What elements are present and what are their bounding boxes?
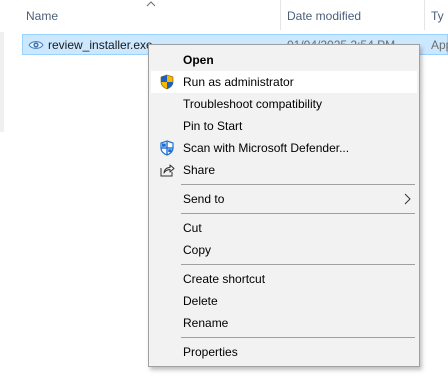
menu-item-label: Send to [183, 192, 225, 206]
column-date-header[interactable]: Date modified [287, 9, 361, 23]
defender-icon [160, 140, 174, 156]
menu-item-properties[interactable]: Properties [151, 341, 417, 363]
column-type-header[interactable]: Ty [431, 9, 444, 23]
menu-item-label: Open [183, 53, 214, 67]
uac-shield-icon [160, 74, 174, 90]
menu-separator [181, 184, 415, 185]
eye-icon [28, 41, 44, 49]
menu-item-send-to[interactable]: Send to [151, 188, 417, 210]
chevron-right-icon [404, 193, 411, 205]
context-menu: Open Run as administrator Troubleshoot c… [148, 44, 420, 367]
column-name-header[interactable]: Name [26, 9, 58, 23]
menu-item-copy[interactable]: Copy [151, 239, 417, 261]
menu-separator [181, 264, 415, 265]
menu-separator [181, 213, 415, 214]
file-type: App [431, 38, 448, 52]
file-name: review_installer.exe [48, 38, 153, 52]
menu-item-share[interactable]: Share [151, 159, 417, 181]
menu-item-label: Troubleshoot compatibility [183, 97, 322, 111]
share-icon [160, 164, 175, 177]
menu-item-label: Run as administrator [183, 75, 294, 89]
menu-item-label: Share [183, 163, 216, 177]
menu-item-label: Rename [183, 316, 229, 330]
menu-item-cut[interactable]: Cut [151, 217, 417, 239]
column-divider[interactable] [424, 0, 425, 30]
menu-item-open[interactable]: Open [151, 49, 417, 71]
column-header: Name Date modified Ty [0, 0, 448, 32]
menu-item-pin-to-start[interactable]: Pin to Start [151, 115, 417, 137]
menu-item-create-shortcut[interactable]: Create shortcut [151, 268, 417, 290]
column-divider[interactable] [280, 0, 281, 30]
menu-item-rename[interactable]: Rename [151, 312, 417, 334]
menu-item-run-as-admin[interactable]: Run as administrator [151, 71, 417, 93]
menu-item-label: Copy [183, 243, 212, 257]
menu-separator [181, 337, 415, 338]
menu-item-scan-defender[interactable]: Scan with Microsoft Defender... [151, 137, 417, 159]
menu-item-label: Pin to Start [183, 119, 243, 133]
menu-item-label: Delete [183, 294, 218, 308]
menu-item-label: Cut [183, 221, 202, 235]
menu-item-label: Properties [183, 345, 238, 359]
menu-item-delete[interactable]: Delete [151, 290, 417, 312]
navigation-pane-edge [0, 32, 4, 132]
menu-item-label: Scan with Microsoft Defender... [183, 141, 350, 155]
menu-item-label: Create shortcut [183, 272, 266, 286]
menu-item-troubleshoot-compatibility[interactable]: Troubleshoot compatibility [151, 93, 417, 115]
sort-ascending-icon [146, 1, 156, 7]
